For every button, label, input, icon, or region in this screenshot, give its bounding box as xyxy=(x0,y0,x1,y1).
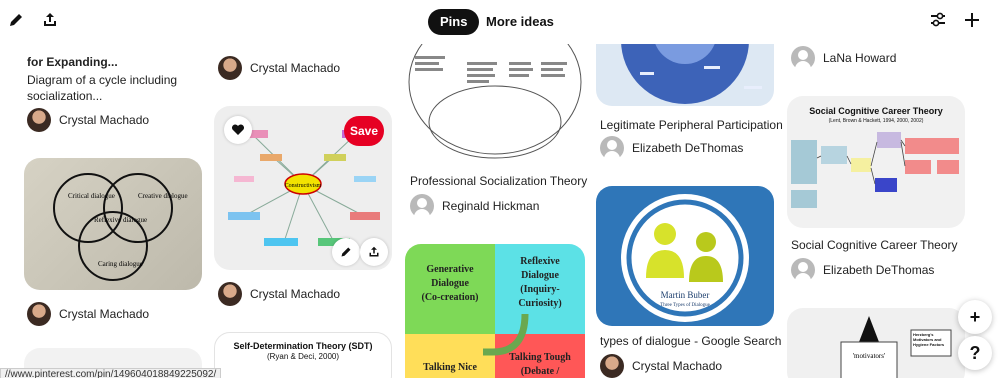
herzberg-label: 'motivators' xyxy=(853,352,885,360)
avatar[interactable] xyxy=(791,46,815,70)
pencil-icon[interactable] xyxy=(6,10,26,30)
pin-author[interactable]: Elizabeth DeThomas xyxy=(791,258,934,282)
quadrant-label: Dialogue xyxy=(521,270,559,281)
pin-image-sdt[interactable]: Self-Determination Theory (SDT) (Ryan & … xyxy=(214,332,392,378)
plus-icon[interactable] xyxy=(962,10,982,30)
add-floating-button[interactable]: + xyxy=(958,300,992,334)
pin-title[interactable]: Professional Socialization Theory xyxy=(410,174,587,188)
avatar[interactable] xyxy=(600,136,624,160)
pin-title[interactable]: Legitimate Peripheral Participation xyxy=(600,118,783,132)
quadrant-label: (Co-creation) xyxy=(421,292,478,303)
author-name[interactable]: LaNa Howard xyxy=(823,51,896,65)
pin-image-mindmap[interactable]: Constructivism Save xyxy=(214,106,392,270)
quadrant-label: (Inquiry- xyxy=(520,284,559,295)
pin-author[interactable]: Reginald Hickman xyxy=(410,194,539,218)
buber-diagram: Martin Buber Three Types of Dialogue xyxy=(621,194,749,322)
pin-author[interactable]: Crystal Machado xyxy=(218,56,340,80)
quadrant-label: Generative xyxy=(426,264,474,275)
save-button[interactable]: Save xyxy=(344,116,384,146)
author-name[interactable]: Crystal Machado xyxy=(250,61,340,75)
sdt-subtitle: (Ryan & Deci, 2000) xyxy=(266,352,340,361)
help-button[interactable]: ? xyxy=(958,336,992,370)
pin-image-venn[interactable]: Critical dialogue Creative dialogue Refl… xyxy=(24,158,202,290)
buber-subtitle: Three Types of Dialogue xyxy=(660,303,710,308)
pin-image-sct[interactable]: Social Cognitive Career Theory (Lent, Br… xyxy=(787,96,965,228)
quadrant-label: Reflexive xyxy=(520,256,560,267)
mindmap-center-label: Constructivism xyxy=(285,183,322,189)
buber-name: Martin Buber xyxy=(661,290,710,300)
sdt-title: Self-Determination Theory (SDT) xyxy=(233,341,373,351)
pin-author[interactable]: Crystal Machado xyxy=(27,302,149,326)
top-bar: Pins More ideas xyxy=(0,0,1002,44)
author-name[interactable]: Crystal Machado xyxy=(59,307,149,321)
avatar[interactable] xyxy=(218,282,242,306)
pin-author[interactable]: LaNa Howard xyxy=(791,46,896,70)
pin-image-buber[interactable]: Martin Buber Three Types of Dialogue xyxy=(596,186,774,326)
pin-image-dialogue-quadrants[interactable]: Generative Dialogue (Co-creation) Reflex… xyxy=(405,244,585,378)
avatar[interactable] xyxy=(27,302,51,326)
avatar[interactable] xyxy=(410,194,434,218)
avatar[interactable] xyxy=(600,354,624,378)
dialogue-quadrant-diagram: Generative Dialogue (Co-creation) Reflex… xyxy=(405,244,585,378)
favorite-button[interactable] xyxy=(224,116,252,144)
filter-icon[interactable] xyxy=(928,10,948,30)
share-icon[interactable] xyxy=(40,10,60,30)
share-pin-button[interactable] xyxy=(360,238,388,266)
share-icon xyxy=(369,246,379,257)
sct-subtitle: (Lent, Brown & Hackett, 1994, 2000, 2002… xyxy=(828,118,924,124)
avatar[interactable] xyxy=(218,56,242,80)
venn-diagram: Critical dialogue Creative dialogue Refl… xyxy=(53,173,188,281)
author-name[interactable]: Crystal Machado xyxy=(250,287,340,301)
pin-author[interactable]: Elizabeth DeThomas xyxy=(600,136,743,160)
pin-author[interactable]: Crystal Machado xyxy=(27,108,149,132)
venn-label: Critical dialogue xyxy=(68,192,115,200)
sct-diagram xyxy=(791,132,959,208)
pin-title[interactable]: types of dialogue - Google Search xyxy=(600,334,781,348)
author-name[interactable]: Crystal Machado xyxy=(59,113,149,127)
venn-label: Caring dialogue xyxy=(98,260,143,268)
pencil-icon xyxy=(341,247,351,257)
venn-label: Reflexive dialogue xyxy=(94,216,147,224)
avatar[interactable] xyxy=(27,108,51,132)
sct-title: Social Cognitive Career Theory xyxy=(809,106,943,116)
pin-title[interactable]: Social Cognitive Career Theory xyxy=(791,238,958,252)
avatar[interactable] xyxy=(791,258,815,282)
heart-icon xyxy=(231,124,245,135)
pin-author[interactable]: Crystal Machado xyxy=(218,282,340,306)
pin-title[interactable]: for Expanding... xyxy=(27,55,118,69)
venn-label: Creative dialogue xyxy=(138,192,188,200)
herzberg-caption: Herzberg's Motivators and Hygiene Factor… xyxy=(913,332,945,347)
pin-author[interactable]: Crystal Machado xyxy=(600,354,722,378)
author-name[interactable]: Elizabeth DeThomas xyxy=(823,263,934,277)
edit-pin-button[interactable] xyxy=(332,238,360,266)
author-name[interactable]: Elizabeth DeThomas xyxy=(632,141,743,155)
quadrant-label: Talking Tough xyxy=(509,352,571,363)
tab-pins[interactable]: Pins xyxy=(428,9,480,35)
pin-image-herzberg[interactable]: 'motivators' Herzberg's Motivators and H… xyxy=(787,308,965,378)
author-name[interactable]: Reginald Hickman xyxy=(442,199,539,213)
quadrant-label: Talking Nice xyxy=(423,362,477,373)
author-name[interactable]: Crystal Machado xyxy=(632,359,722,373)
quadrant-label: (Debate / xyxy=(521,366,560,377)
quadrant-label: Dialogue xyxy=(431,278,469,289)
pin-description: Diagram of a cycle including socializati… xyxy=(27,73,178,103)
tab-more-ideas[interactable]: More ideas xyxy=(486,9,554,35)
quadrant-label: Curiosity) xyxy=(518,298,561,309)
status-url: //www.pinterest.com/pin/1496040188492250… xyxy=(0,368,222,378)
